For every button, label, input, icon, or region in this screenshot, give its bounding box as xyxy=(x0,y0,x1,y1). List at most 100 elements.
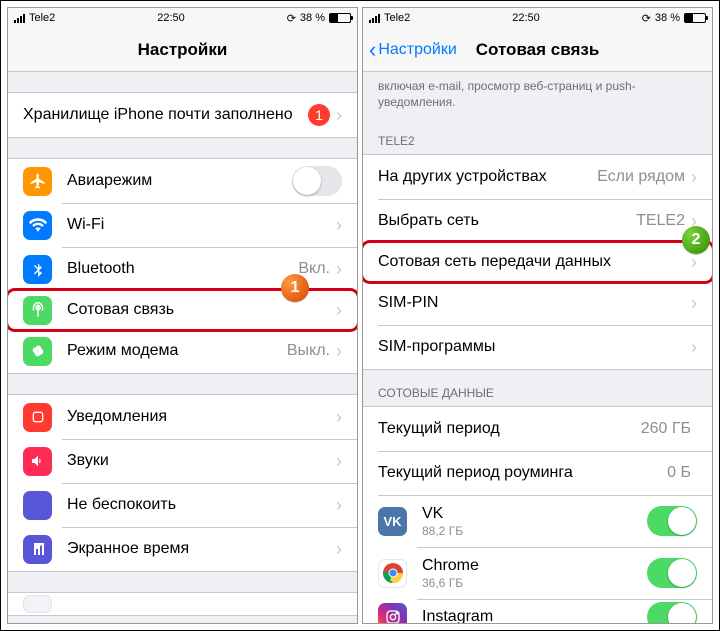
storage-warning-row[interactable]: Хранилище iPhone почти заполнено 1 › xyxy=(8,93,357,137)
chevron-right-icon: › xyxy=(336,105,342,126)
current-period-value: 260 ГБ xyxy=(641,420,691,438)
status-bar: Tele2 22:50 ⟳ 38 % xyxy=(8,8,357,28)
wifi-row[interactable]: Wi-Fi › xyxy=(8,203,357,247)
orientation-lock-icon: ⟳ xyxy=(642,12,651,25)
sounds-icon xyxy=(23,447,52,476)
app-usage-chrome-row[interactable]: Chrome36,6 ГБ xyxy=(363,547,712,599)
current-period-label: Текущий период xyxy=(378,420,641,438)
airplane-label: Авиарежим xyxy=(67,172,292,190)
status-bar: Tele2 22:50 ⟳ 38 % xyxy=(363,8,712,28)
cellular-label: Сотовая связь xyxy=(67,301,336,319)
cellular-detail-list[interactable]: включая e-mail, просмотр веб-страниц и p… xyxy=(363,72,712,623)
gear-icon xyxy=(23,595,52,613)
nav-bar: ‹ Настройки Сотовая связь xyxy=(363,28,712,72)
roaming-period-value: 0 Б xyxy=(667,464,691,482)
clock: 22:50 xyxy=(512,12,540,24)
section-footer: включая e-mail, просмотр веб-страниц и p… xyxy=(363,72,712,118)
orientation-lock-icon: ⟳ xyxy=(287,12,296,25)
sim-pin-label: SIM-PIN xyxy=(378,294,691,312)
airplane-toggle[interactable] xyxy=(292,166,342,196)
other-devices-value: Если рядом xyxy=(597,168,685,186)
phone-right: Tele2 22:50 ⟳ 38 % ‹ Настройки Сотовая с… xyxy=(362,7,713,624)
chevron-right-icon: › xyxy=(336,407,342,428)
battery-percent: 38 % xyxy=(300,12,325,24)
screentime-row[interactable]: Экранное время › xyxy=(8,527,357,571)
chrome-label: Chrome36,6 ГБ xyxy=(422,557,647,590)
carrier-label: Tele2 xyxy=(29,12,55,24)
screentime-label: Экранное время xyxy=(67,540,336,558)
chevron-right-icon: › xyxy=(691,252,697,273)
dnd-label: Не беспокоить xyxy=(67,496,336,514)
roaming-period-row[interactable]: Текущий период роуминга 0 Б xyxy=(363,451,712,495)
chevron-right-icon: › xyxy=(336,259,342,280)
airplane-icon xyxy=(23,167,52,196)
storage-warning-label: Хранилище iPhone почти заполнено xyxy=(23,106,308,124)
bluetooth-value: Вкл. xyxy=(298,260,330,278)
phone-left: Tele2 22:50 ⟳ 38 % Настройки Хранилище i… xyxy=(7,7,358,624)
dnd-row[interactable]: Не беспокоить › xyxy=(8,483,357,527)
chrome-data-toggle[interactable] xyxy=(647,558,697,588)
hotspot-label: Режим модема xyxy=(67,342,287,360)
sim-pin-row[interactable]: SIM-PIN › xyxy=(363,281,712,325)
bluetooth-label: Bluetooth xyxy=(67,260,298,278)
roaming-period-label: Текущий период роуминга xyxy=(378,464,667,482)
app-usage-vk-row[interactable]: VK VK88,2 ГБ xyxy=(363,495,712,547)
page-title: Настройки xyxy=(138,40,228,60)
vk-app-icon: VK xyxy=(378,507,407,536)
storage-badge: 1 xyxy=(308,104,330,126)
select-network-row[interactable]: Выбрать сеть TELE2 › xyxy=(363,199,712,243)
hotspot-icon xyxy=(23,337,52,366)
partial-row[interactable] xyxy=(8,593,357,615)
hotspot-row[interactable]: Режим модема Выкл. › xyxy=(8,329,357,373)
app-usage-instagram-row[interactable]: Instagram xyxy=(363,599,712,623)
current-period-row[interactable]: Текущий период 260 ГБ xyxy=(363,407,712,451)
back-label: Настройки xyxy=(378,41,456,59)
two-screenshot-frame: Tele2 22:50 ⟳ 38 % Настройки Хранилище i… xyxy=(0,0,720,631)
chevron-right-icon: › xyxy=(691,293,697,314)
battery-percent: 38 % xyxy=(655,12,680,24)
notifications-row[interactable]: Уведомления › xyxy=(8,395,357,439)
section-header-tele2: TELE2 xyxy=(363,118,712,154)
chevron-right-icon: › xyxy=(336,215,342,236)
instagram-data-toggle[interactable] xyxy=(647,602,697,623)
clock: 22:50 xyxy=(157,12,185,24)
notifications-label: Уведомления xyxy=(67,408,336,426)
cellular-data-network-row[interactable]: Сотовая сеть передачи данных › xyxy=(363,240,712,284)
carrier-label: Tele2 xyxy=(384,12,410,24)
sim-apps-label: SIM-программы xyxy=(378,338,691,356)
section-header-cellular-data: СОТОВЫЕ ДАННЫЕ xyxy=(363,370,712,406)
select-network-value: TELE2 xyxy=(636,212,685,230)
annotation-callout-1: 1 xyxy=(281,274,309,302)
vk-data-toggle[interactable] xyxy=(647,506,697,536)
chevron-right-icon: › xyxy=(691,337,697,358)
airplane-mode-row[interactable]: Авиарежим xyxy=(8,159,357,203)
battery-icon xyxy=(329,13,351,23)
nav-bar: Настройки xyxy=(8,28,357,72)
instagram-label: Instagram xyxy=(422,608,647,623)
other-devices-label: На других устройствах xyxy=(378,168,597,186)
sounds-row[interactable]: Звуки › xyxy=(8,439,357,483)
chevron-right-icon: › xyxy=(691,167,697,188)
chrome-app-icon xyxy=(378,559,407,588)
settings-list[interactable]: Хранилище iPhone почти заполнено 1 › Ави… xyxy=(8,72,357,623)
sim-apps-row[interactable]: SIM-программы › xyxy=(363,325,712,369)
screentime-icon xyxy=(23,535,52,564)
chevron-right-icon: › xyxy=(336,451,342,472)
signal-icon xyxy=(369,13,380,23)
wifi-icon xyxy=(23,211,52,240)
chevron-left-icon: ‹ xyxy=(369,39,376,61)
signal-icon xyxy=(14,13,25,23)
other-devices-row[interactable]: На других устройствах Если рядом › xyxy=(363,155,712,199)
chevron-right-icon: › xyxy=(336,300,342,321)
wifi-label: Wi-Fi xyxy=(67,216,330,234)
notifications-icon xyxy=(23,403,52,432)
page-title: Сотовая связь xyxy=(476,40,600,60)
chevron-right-icon: › xyxy=(336,539,342,560)
instagram-app-icon xyxy=(378,603,407,623)
back-button[interactable]: ‹ Настройки xyxy=(369,39,457,61)
cellular-icon xyxy=(23,296,52,325)
bluetooth-icon xyxy=(23,255,52,284)
dnd-icon xyxy=(23,491,52,520)
hotspot-value: Выкл. xyxy=(287,342,330,360)
select-network-label: Выбрать сеть xyxy=(378,212,636,230)
